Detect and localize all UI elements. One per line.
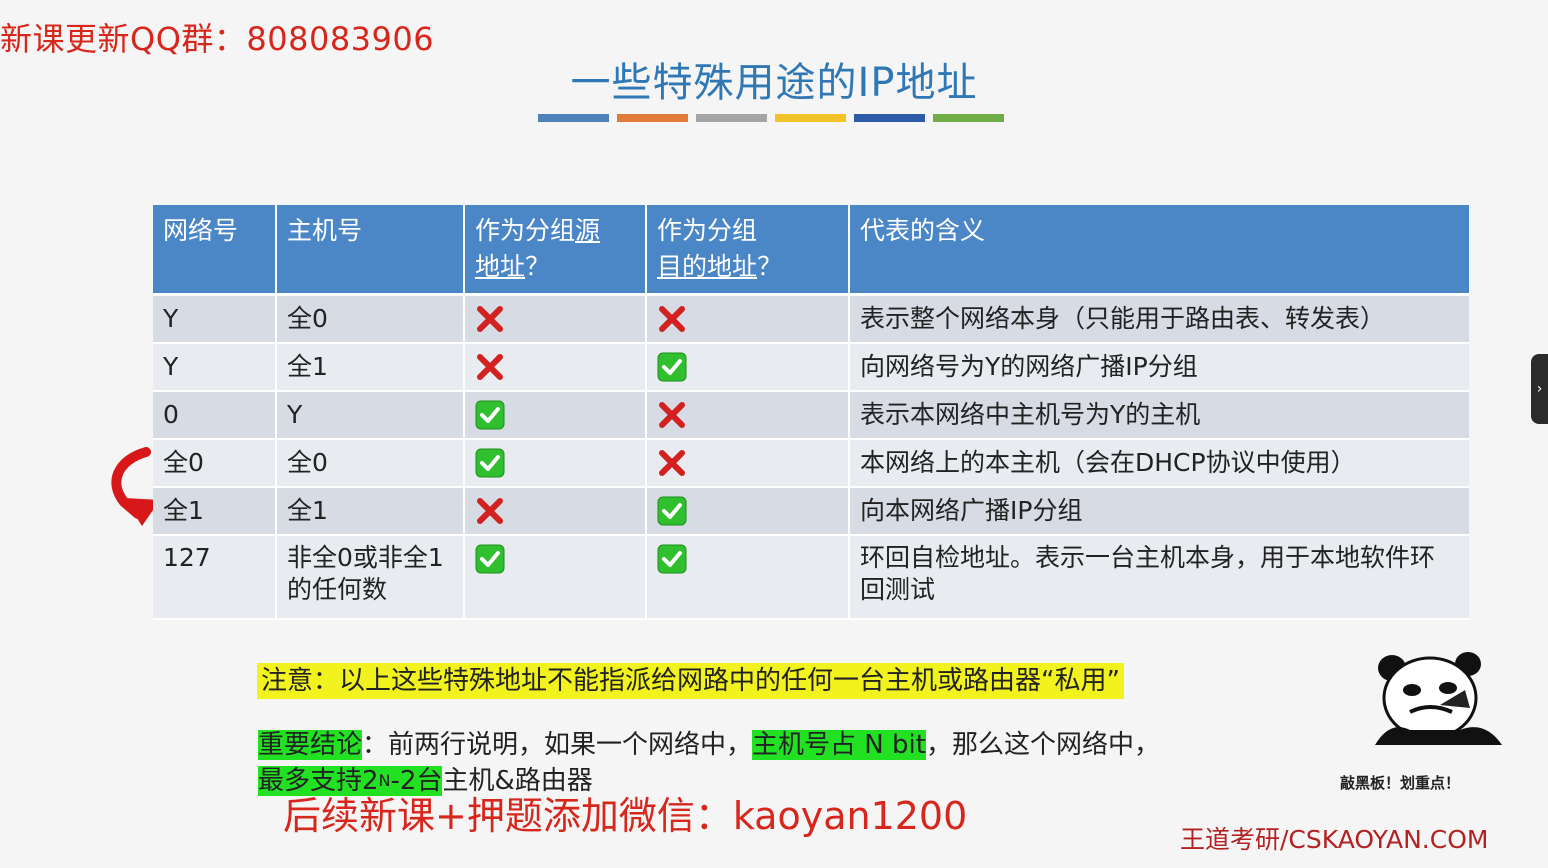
cell-network: 全1: [153, 487, 277, 536]
cell-network: Y: [153, 294, 277, 344]
title-color-bar: [538, 114, 609, 122]
conclusion-text-1: ：前两行说明，如果一个网络中，: [362, 730, 753, 760]
header-network: 网络号: [153, 205, 277, 296]
table-row: Y 全0 表示整个网络本身（只能用于路由表、转发表）: [153, 294, 1469, 344]
chevron-right-icon: ›: [1536, 381, 1543, 397]
panda-meme-image: [1375, 652, 1502, 745]
cross-icon: [475, 304, 505, 334]
header-host: 主机号: [276, 205, 465, 296]
check-icon: [475, 448, 505, 478]
conclusion-highlight: 主机号占 N bit: [752, 730, 926, 760]
cell-meaning: 环回自检地址。表示一台主机本身，用于本地软件环回测试: [849, 535, 1469, 620]
cell-host: 非全0或非全1的任何数: [276, 535, 465, 620]
check-icon: [657, 544, 687, 574]
check-icon: [657, 496, 687, 526]
cell-network: 0: [153, 391, 277, 440]
cell-meaning: 向本网络广播IP分组: [849, 487, 1469, 536]
cell-as-dest: [646, 439, 850, 488]
cell-as-dest: [646, 487, 850, 536]
wechat-overlay: 后续新课+押题添加微信：kaoyan1200: [283, 794, 968, 838]
slide-page: 新课更新QQ群：808083906 一些特殊用途的IP地址 网络号 主机号 作为…: [0, 0, 1548, 868]
cell-host: 全1: [276, 343, 465, 392]
table-row: 全0 全0 本网络上的本主机（会在DHCP协议中使用）: [153, 439, 1469, 488]
check-icon: [657, 352, 687, 382]
cell-as-dest: [646, 535, 850, 620]
cell-as-source: [464, 439, 647, 488]
title-color-bar: [775, 114, 846, 122]
table-row: 0 Y 表示本网络中主机号为Y的主机: [153, 391, 1469, 440]
table-row: 127 非全0或非全1的任何数 环回自检地址。表示一台主机本身，用于本地软件环回测试: [153, 535, 1469, 620]
title-color-bar: [696, 114, 767, 122]
cell-as-dest: [646, 391, 850, 440]
cell-as-dest: [646, 294, 850, 344]
check-icon: [475, 400, 505, 430]
cell-host: 全0: [276, 439, 465, 488]
cross-icon: [657, 400, 687, 430]
title-color-bar: [854, 114, 925, 122]
table-header-row: 网络号 主机号 作为分组源 地址？ 作为分组 目的地址？ 代表的含义: [153, 205, 1469, 296]
cell-host: 全0: [276, 294, 465, 344]
title-color-bars: [538, 114, 1004, 122]
cell-as-source: [464, 391, 647, 440]
conclusion-label: 重要结论: [258, 730, 363, 760]
cell-meaning: 表示本网络中主机号为Y的主机: [849, 391, 1469, 440]
special-ip-table: 网络号 主机号 作为分组源 地址？ 作为分组 目的地址？ 代表的含义 Y 全0 表示…: [153, 205, 1469, 620]
meme-caption: 敲黑板！划重点！: [1340, 774, 1461, 792]
cell-as-dest: [646, 343, 850, 392]
title-color-bar: [617, 114, 688, 122]
slide-title: 一些特殊用途的IP地址: [570, 60, 978, 106]
cell-host: 全1: [276, 487, 465, 536]
table-row: 全1 全1 向本网络广播IP分组: [153, 487, 1469, 536]
cross-icon: [475, 352, 505, 382]
cross-icon: [475, 496, 505, 526]
cell-network: Y: [153, 343, 277, 392]
cell-network: 127: [153, 535, 277, 620]
header-as-dest: 作为分组 目的地址？: [646, 205, 850, 296]
conclusion-text-2: ，那么这个网络中，: [925, 730, 1160, 760]
cross-icon: [657, 448, 687, 478]
title-color-bar: [933, 114, 1004, 122]
cell-as-source: [464, 487, 647, 536]
cell-meaning: 向网络号为Y的网络广播IP分组: [849, 343, 1469, 392]
cell-network: 全0: [153, 439, 277, 488]
cell-as-source: [464, 294, 647, 344]
check-icon: [475, 544, 505, 574]
header-meaning: 代表的含义: [849, 205, 1469, 296]
side-panel-toggle[interactable]: ›: [1531, 354, 1548, 424]
notice-text: 注意：以上这些特殊地址不能指派给网路中的任何一台主机或路由器“私用”: [257, 663, 1124, 699]
cell-meaning: 表示整个网络本身（只能用于路由表、转发表）: [849, 294, 1469, 344]
cell-as-source: [464, 535, 647, 620]
brand-watermark: 王道考研/CSKAOYAN.COM: [1180, 825, 1489, 854]
cell-meaning: 本网络上的本主机（会在DHCP协议中使用）: [849, 439, 1469, 488]
header-as-source: 作为分组源 地址？: [464, 205, 647, 296]
cross-icon: [657, 304, 687, 334]
table-row: Y 全1 向网络号为Y的网络广播IP分组: [153, 343, 1469, 392]
cell-as-source: [464, 343, 647, 392]
cell-host: Y: [276, 391, 465, 440]
